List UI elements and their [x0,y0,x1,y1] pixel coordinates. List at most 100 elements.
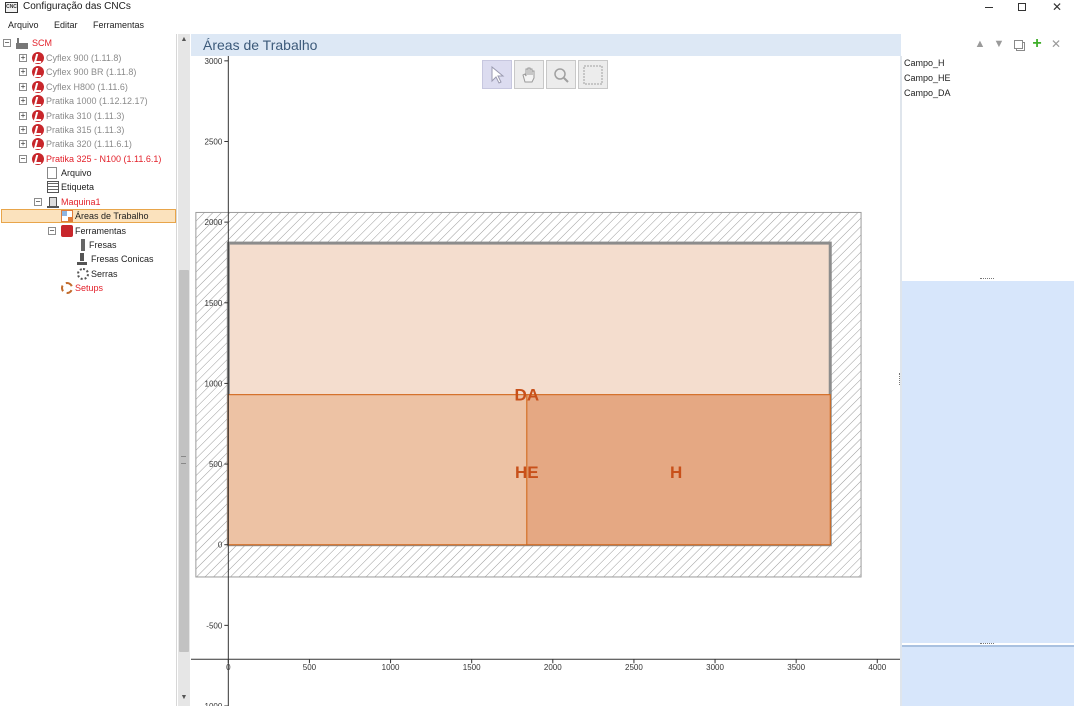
window-title: Configuração das CNCs [23,1,131,12]
close-window-button[interactable]: ✕ [1040,0,1074,14]
collapse-icon[interactable]: − [3,39,11,47]
bottom-panel [902,647,1074,706]
cnc-machine-icon [32,95,44,107]
x-tick-label: 4000 [868,663,886,672]
mill-tool-icon [79,239,87,251]
scroll-up-icon[interactable]: ▲ [178,36,190,46]
saw-blade-icon [77,268,89,280]
zoom-rect-icon [583,65,603,84]
tree-item-machine[interactable]: + Pratika 1000 (1.12.12.17) [19,94,148,108]
tree-item-machine[interactable]: + Pratika 310 (1.11.3) [19,109,124,123]
tree-item-areas-selected[interactable]: Áreas de Trabalho [1,209,176,223]
tree-item-fresas[interactable]: Fresas [77,238,117,252]
tree-item-etiqueta[interactable]: Etiqueta [47,180,94,194]
tree-item-machine-active[interactable]: − Pratika 325 - N100 (1.11.6.1) [19,152,161,166]
x-tick-label: 1500 [463,663,481,672]
title-bar [0,0,1074,16]
zoom-rect-tool-button[interactable] [578,60,608,89]
tree-item-label: Áreas de Trabalho [75,211,149,221]
menu-editar[interactable]: Editar [54,20,78,30]
tree-item-machine[interactable]: + Cyflex 900 (1.11.8) [19,51,121,65]
tree-item-arquivo[interactable]: Arquivo [47,166,92,180]
tree-item-label: Maquina1 [61,197,101,207]
expand-icon[interactable]: + [19,97,27,105]
area-label-da: DA [515,386,540,405]
tree-item-label: Setups [75,283,104,293]
list-item-campo-da[interactable]: Campo_DA [904,88,951,98]
document-icon [47,167,57,179]
tree-item-label: Cyflex H800 (1.11.6) [46,82,128,92]
tree-item-maquina[interactable]: − Maquina1 [34,195,101,209]
tree-item-label: Pratika 310 (1.11.3) [46,111,125,121]
factory-icon [16,37,28,49]
x-tick-label: 0 [226,663,231,672]
delete-button[interactable]: ✕ [1049,37,1063,51]
tree-item-label: Pratika 1000 (1.12.12.17) [46,96,148,106]
minimize-icon [985,6,993,8]
expand-icon[interactable]: + [19,112,27,120]
move-up-button[interactable]: ▲ [973,37,987,51]
y-tick-label: -500 [206,621,223,630]
expand-icon[interactable]: + [19,54,27,62]
cnc-machine-icon [32,138,44,150]
tree-item-label: Pratika 315 (1.11.3) [46,125,125,135]
y-tick-label: 2500 [205,137,223,146]
work-areas-icon [61,210,73,222]
plus-icon: + [1032,35,1042,52]
x-tick-label: 500 [303,663,317,672]
expand-icon[interactable]: + [19,83,27,91]
tree-item-label: Arquivo [61,168,92,178]
menu-bar [0,17,1074,34]
tree-item-setups[interactable]: Setups [61,281,103,295]
scroll-down-icon[interactable]: ▼ [178,694,190,704]
work-area-canvas[interactable]: 0 500 1000 1500 2000 2500 3000 3500 4000 3000 2500… [191,56,900,706]
collapse-icon[interactable]: − [19,155,27,163]
tree-item-machine[interactable]: + Pratika 315 (1.11.3) [19,123,124,137]
menu-arquivo[interactable]: Arquivo [8,20,39,30]
cnc-machine-icon [32,52,44,64]
move-down-button[interactable]: ▼ [992,37,1006,51]
minimize-button[interactable] [972,0,1006,14]
list-item-campo-h[interactable]: Campo_H [904,58,945,68]
tree-item-label: Pratika 325 - N100 (1.11.6.1) [46,154,162,164]
tree-item-machine[interactable]: + Pratika 320 (1.11.6.1) [19,137,132,151]
page-title: Áreas de Trabalho [203,37,318,53]
maximize-icon [1018,3,1026,11]
tree-item-machine[interactable]: + Cyflex H800 (1.11.6) [19,80,128,94]
zoom-tool-button[interactable] [546,60,576,89]
add-button[interactable]: + [1030,35,1044,52]
close-icon: ✕ [1051,0,1063,14]
menu-ferramentas[interactable]: Ferramentas [93,20,144,30]
tree-item-fresas-conicas[interactable]: Fresas Conicas [77,252,154,266]
list-item-campo-he[interactable]: Campo_HE [904,73,951,83]
zoom-icon [554,67,569,83]
collapse-icon[interactable]: − [34,198,42,206]
tree-item-label: Pratika 320 (1.11.6.1) [46,139,132,149]
tree-item-ferramentas[interactable]: − Ferramentas [48,224,126,238]
tree-item-root[interactable]: − SCM [3,36,52,50]
properties-panel [902,281,1074,643]
maximize-button[interactable] [1005,0,1039,14]
pan-tool-button[interactable] [514,60,544,89]
y-tick-label: 500 [209,460,223,469]
tree-item-machine[interactable]: + Cyflex 900 BR (1.11.8) [19,65,136,79]
cnc-machine-icon [32,110,44,122]
expand-icon[interactable]: + [19,140,27,148]
y-tick-label: 1000 [205,379,223,388]
cnc-machine-icon [32,124,44,136]
select-tool-button[interactable] [482,60,512,89]
tree-item-label: Ferramentas [75,226,127,236]
copy-button[interactable] [1011,37,1025,51]
collapse-icon[interactable]: − [48,227,56,235]
expand-icon[interactable]: + [19,68,27,76]
tree-item-serras[interactable]: Serras [77,267,118,281]
area-label-h: H [670,463,682,482]
cnc-machine-icon [32,81,44,93]
splitter-grip-icon[interactable] [181,456,186,464]
gear-icon [61,282,73,294]
tree-item-label: Cyflex 900 BR (1.11.8) [46,67,137,77]
tree-item-label: SCM [32,38,52,48]
expand-icon[interactable]: + [19,126,27,134]
machine-icon [47,196,59,208]
x-tick-label: 3500 [787,663,805,672]
